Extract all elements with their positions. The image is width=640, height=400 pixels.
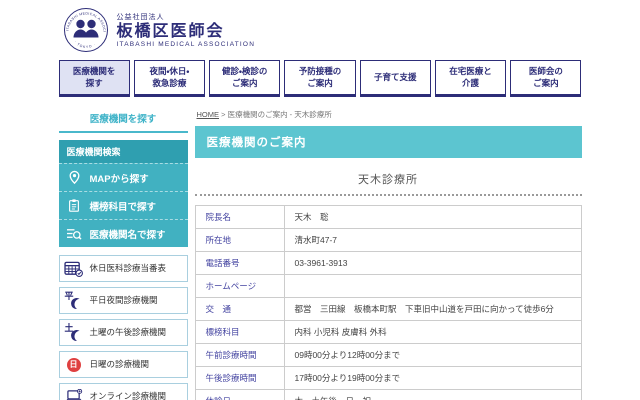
- nav-item-label: 子育て支援: [374, 71, 417, 82]
- nav-item[interactable]: 予防接種の ご案内: [284, 60, 356, 97]
- detail-label: 電話番号: [194, 251, 285, 275]
- detail-value: 清水町47-7: [283, 228, 582, 252]
- search-item-label: 標榜科目で探す: [89, 201, 157, 213]
- sidebar-link[interactable]: 休日医科診療当番表: [58, 255, 188, 282]
- detail-value: 都営 三田線 板橋本町駅 下車旧中山道を戸田に向かって徒歩6分: [283, 297, 582, 321]
- search-item-label: MAPから探す: [89, 173, 149, 185]
- table-row: 交 通 都営 三田線 板橋本町駅 下車旧中山道を戸田に向かって徒歩6分: [194, 297, 582, 321]
- table-row: 院長名 天木 聡: [194, 205, 582, 229]
- sidebar-link[interactable]: オンライン診療機関: [58, 383, 188, 400]
- brand-block: 公益社団法人 板橋区医師会 ITABASHI MEDICAL ASSOCIATI…: [117, 12, 256, 49]
- detail-label: 標榜科目: [194, 320, 285, 344]
- breadcrumb-current: 医療機関のご案内 - 天木診療所: [227, 110, 332, 119]
- dotted-divider: [194, 194, 582, 196]
- breadcrumb-home-link[interactable]: HOME: [197, 110, 220, 119]
- sidebar-title[interactable]: 医療機関を探す: [58, 106, 188, 133]
- saturday-afternoon-icon: 土: [63, 323, 85, 341]
- online-icon: [63, 389, 85, 400]
- detail-label: 院長名: [194, 205, 285, 229]
- nav-item[interactable]: 在宅医療と 介護: [434, 60, 507, 97]
- nav-item[interactable]: 医師会の ご案内: [510, 60, 582, 97]
- detail-value: 天木 聡: [283, 205, 582, 229]
- detail-value: 03-3961-3913: [283, 251, 582, 275]
- search-item[interactable]: MAPから探す: [58, 163, 188, 191]
- search-panel-header: 医療機関検索: [58, 140, 188, 163]
- sidebar: 医療機関を探す 医療機関検索 MAPから探す 標榜科目で探す 医療機関名で探す …: [58, 106, 188, 400]
- table-row: 電話番号 03-3961-3913: [194, 251, 582, 275]
- site-header: ITABASHI MEDICAL ASSOCIATION · TOKYO · 公…: [59, 0, 582, 55]
- detail-label: 午後診療時間: [194, 366, 285, 390]
- search-panel: 医療機関検索 MAPから探す 標榜科目で探す 医療機関名で探す: [58, 140, 188, 247]
- detail-value: [283, 274, 582, 298]
- search-items: MAPから探す 標榜科目で探す 医療機関名で探す: [58, 163, 188, 247]
- nav-item[interactable]: 健診・検診の ご案内: [209, 60, 281, 97]
- svg-text:ITABASHI MEDICAL ASSOCIATION: ITABASHI MEDICAL ASSOCIATION: [63, 7, 107, 32]
- corporation-type: 公益社団法人: [116, 13, 165, 21]
- detail-value: 09時00分より12時00分まで: [283, 343, 582, 367]
- main-nav: 医療機関を 探す 夜間・休日・ 救急診療 健診・検診の ご案内 予防接種の ご案…: [58, 60, 582, 97]
- nav-item[interactable]: 医療機関を 探す: [58, 60, 130, 97]
- main-content: HOME > 医療機関のご案内 - 天木診療所 医療機関のご案内 天木診療所 院…: [194, 106, 582, 400]
- table-row: 休診日 木 土午後 日 祝: [194, 389, 582, 400]
- sidebar-link-label: 日曜の診療機関: [89, 359, 150, 370]
- nav-item-label: 医療機関を 探す: [72, 66, 116, 88]
- map-pin-icon: [66, 169, 83, 186]
- svg-text:· TOKYO ·: · TOKYO ·: [73, 40, 96, 49]
- sidebar-link-label: 休日医科診療当番表: [89, 263, 167, 274]
- weekday-night-icon: 平: [63, 291, 85, 309]
- association-seal-logo: ITABASHI MEDICAL ASSOCIATION · TOKYO ·: [61, 4, 109, 53]
- table-row: 標榜科目 内科 小児科 皮膚科 外科: [194, 320, 582, 344]
- sidebar-links: 休日医科診療当番表 平 平日夜間診療機関 土 土曜の午後診療機関 日 日曜の診療…: [58, 255, 188, 400]
- detail-label: 休診日: [194, 389, 285, 400]
- nav-item[interactable]: 子育て支援: [359, 60, 431, 97]
- org-name-en: ITABASHI MEDICAL ASSOCIATION: [116, 41, 256, 49]
- detail-label: 所在地: [194, 228, 285, 252]
- search-item[interactable]: 標榜科目で探す: [58, 191, 188, 219]
- sidebar-link-label: オンライン診療機関: [89, 391, 167, 400]
- nav-item-label: 夜間・休日・ 救急診療: [149, 66, 190, 88]
- sidebar-link[interactable]: 平 平日夜間診療機関: [58, 287, 188, 314]
- page: ITABASHI MEDICAL ASSOCIATION · TOKYO · 公…: [0, 0, 640, 400]
- search-item-label: 医療機関名で探す: [89, 229, 166, 241]
- table-row: 午後診療時間 17時00分より19時00分まで: [194, 366, 582, 390]
- sidebar-link-label: 土曜の午後診療機関: [89, 327, 167, 338]
- sunday-icon: 日: [63, 357, 85, 372]
- nav-item-label: 予防接種の ご案内: [298, 66, 342, 88]
- clinic-details-table: 院長名 天木 聡 所在地 清水町47-7 電話番号 03-3961-3913 ホ…: [194, 205, 582, 400]
- detail-value: 木 土午後 日 祝: [283, 389, 582, 400]
- nav-item-label: 健診・検診の ご案内: [222, 66, 268, 88]
- sidebar-link[interactable]: 土 土曜の午後診療機関: [58, 319, 188, 346]
- detail-label: 午前診療時間: [194, 343, 285, 367]
- org-name: 板橋区医師会: [116, 22, 225, 40]
- sidebar-link[interactable]: 日 日曜の診療機関: [58, 351, 188, 378]
- nav-item-label: 在宅医療と 介護: [449, 66, 492, 88]
- clinic-name: 天木診療所: [358, 174, 418, 186]
- table-row: ホームページ: [194, 274, 582, 298]
- sidebar-link-label: 平日夜間診療機関: [89, 295, 158, 306]
- calendar-check-icon: [63, 260, 85, 277]
- breadcrumb: HOME > 医療機関のご案内 - 天木診療所: [195, 106, 582, 126]
- table-row: 午前診療時間 09時00分より12時00分まで: [194, 343, 582, 367]
- section-title-banner: 医療機関のご案内: [194, 126, 582, 158]
- breadcrumb-separator: >: [221, 110, 226, 119]
- table-row: 所在地 清水町47-7: [194, 228, 582, 252]
- nav-item-label: 医師会の ご案内: [528, 66, 563, 88]
- nav-item[interactable]: 夜間・休日・ 救急診療: [133, 60, 206, 97]
- detail-value: 17時00分より19時00分まで: [283, 366, 582, 390]
- clipboard-icon: [66, 197, 83, 214]
- detail-label: 交 通: [194, 297, 285, 321]
- detail-label: ホームページ: [194, 274, 285, 298]
- list-search-icon: [66, 225, 83, 242]
- detail-value: 内科 小児科 皮膚科 外科: [283, 320, 582, 344]
- search-item[interactable]: 医療機関名で探す: [58, 219, 188, 247]
